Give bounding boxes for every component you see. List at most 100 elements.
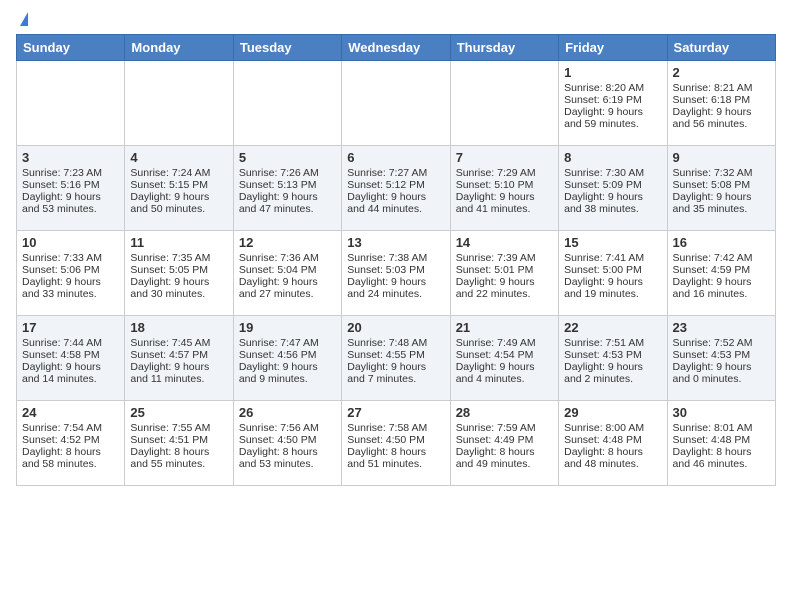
day-info-line: Sunrise: 8:01 AM xyxy=(673,422,770,434)
day-info-line: Daylight: 9 hours and 33 minutes. xyxy=(22,276,119,300)
day-info-line: Daylight: 9 hours and 27 minutes. xyxy=(239,276,336,300)
day-info-line: Sunrise: 7:49 AM xyxy=(456,337,553,349)
day-info-line: Sunset: 4:57 PM xyxy=(130,349,227,361)
day-number: 27 xyxy=(347,405,444,420)
day-info-line: Daylight: 8 hours and 49 minutes. xyxy=(456,446,553,470)
day-info-line: Sunrise: 8:20 AM xyxy=(564,82,661,94)
day-info-line: Sunrise: 8:00 AM xyxy=(564,422,661,434)
day-info-line: Sunrise: 7:58 AM xyxy=(347,422,444,434)
calendar-cell xyxy=(233,61,341,146)
calendar-cell: 29Sunrise: 8:00 AMSunset: 4:48 PMDayligh… xyxy=(559,401,667,486)
calendar-cell: 4Sunrise: 7:24 AMSunset: 5:15 PMDaylight… xyxy=(125,146,233,231)
calendar-cell: 2Sunrise: 8:21 AMSunset: 6:18 PMDaylight… xyxy=(667,61,775,146)
day-info-line: Sunset: 6:19 PM xyxy=(564,94,661,106)
day-number: 19 xyxy=(239,320,336,335)
day-info-line: Daylight: 8 hours and 51 minutes. xyxy=(347,446,444,470)
day-info-line: Sunrise: 7:59 AM xyxy=(456,422,553,434)
day-number: 4 xyxy=(130,150,227,165)
day-info-line: Sunrise: 7:33 AM xyxy=(22,252,119,264)
weekday-header-wednesday: Wednesday xyxy=(342,35,450,61)
day-info-line: Daylight: 9 hours and 30 minutes. xyxy=(130,276,227,300)
day-info-line: Sunrise: 7:35 AM xyxy=(130,252,227,264)
calendar-cell xyxy=(125,61,233,146)
day-number: 26 xyxy=(239,405,336,420)
day-number: 25 xyxy=(130,405,227,420)
weekday-header-saturday: Saturday xyxy=(667,35,775,61)
calendar-table: SundayMondayTuesdayWednesdayThursdayFrid… xyxy=(16,34,776,486)
calendar-cell: 5Sunrise: 7:26 AMSunset: 5:13 PMDaylight… xyxy=(233,146,341,231)
calendar-cell: 27 Sunrise: 7:58 AMSunset: 4:50 PMDayligh… xyxy=(342,401,450,486)
day-info-line: Daylight: 8 hours and 55 minutes. xyxy=(130,446,227,470)
day-info-line: Sunrise: 7:55 AM xyxy=(130,422,227,434)
calendar-cell: 17Sunrise: 7:44 AMSunset: 4:58 PMDayligh… xyxy=(17,316,125,401)
calendar-cell: 8 Sunrise: 7:30 AMSunset: 5:09 PMDaylight… xyxy=(559,146,667,231)
day-number: 10 xyxy=(22,235,119,250)
calendar-cell: 16Sunrise: 7:42 AMSunset: 4:59 PMDayligh… xyxy=(667,231,775,316)
day-info-line: Sunset: 4:50 PM xyxy=(347,434,444,446)
calendar-cell: 23Sunrise: 7:52 AMSunset: 4:53 PMDayligh… xyxy=(667,316,775,401)
day-info-line: Daylight: 9 hours and 47 minutes. xyxy=(239,191,336,215)
day-number: 5 xyxy=(239,150,336,165)
logo-triangle-icon xyxy=(20,12,28,26)
weekday-header-sunday: Sunday xyxy=(17,35,125,61)
day-info-line: Sunset: 5:12 PM xyxy=(347,179,444,191)
calendar-cell: 21Sunrise: 7:49 AMSunset: 4:54 PMDayligh… xyxy=(450,316,558,401)
day-info-line: Sunset: 5:00 PM xyxy=(564,264,661,276)
day-number: 28 xyxy=(456,405,553,420)
day-number: 15 xyxy=(564,235,661,250)
day-info-line: Sunrise: 7:27 AM xyxy=(347,167,444,179)
day-info-line: Daylight: 9 hours and 56 minutes. xyxy=(673,106,770,130)
day-info-line: Daylight: 9 hours and 53 minutes. xyxy=(22,191,119,215)
day-info-line: Sunset: 4:54 PM xyxy=(456,349,553,361)
day-info-line: Sunset: 5:06 PM xyxy=(22,264,119,276)
weekday-header-row: SundayMondayTuesdayWednesdayThursdayFrid… xyxy=(17,35,776,61)
day-info-line: Sunset: 4:58 PM xyxy=(22,349,119,361)
day-info-line: Sunset: 5:05 PM xyxy=(130,264,227,276)
day-info-line: Sunrise: 7:47 AM xyxy=(239,337,336,349)
day-info-line: Sunset: 5:09 PM xyxy=(564,179,661,191)
day-info-line: Daylight: 9 hours and 44 minutes. xyxy=(347,191,444,215)
day-info-line: Daylight: 9 hours and 19 minutes. xyxy=(564,276,661,300)
week-row-5: 24Sunrise: 7:54 AMSunset: 4:52 PMDayligh… xyxy=(17,401,776,486)
day-info-line: Sunrise: 7:54 AM xyxy=(22,422,119,434)
day-info-line: Daylight: 8 hours and 53 minutes. xyxy=(239,446,336,470)
day-number: 16 xyxy=(673,235,770,250)
day-info-line: Sunset: 5:03 PM xyxy=(347,264,444,276)
day-info-line: Sunset: 4:52 PM xyxy=(22,434,119,446)
day-info-line: Sunset: 4:48 PM xyxy=(564,434,661,446)
calendar-cell: 3Sunrise: 7:23 AMSunset: 5:16 PMDaylight… xyxy=(17,146,125,231)
calendar-cell xyxy=(450,61,558,146)
day-info-line: Daylight: 9 hours and 59 minutes. xyxy=(564,106,661,130)
calendar-cell: 22Sunrise: 7:51 AMSunset: 4:53 PMDayligh… xyxy=(559,316,667,401)
day-info-line: Daylight: 9 hours and 38 minutes. xyxy=(564,191,661,215)
day-number: 11 xyxy=(130,235,227,250)
day-info-line: Sunset: 4:53 PM xyxy=(564,349,661,361)
day-info-line: Sunset: 5:08 PM xyxy=(673,179,770,191)
day-info-line: Sunset: 5:01 PM xyxy=(456,264,553,276)
day-info-line: Sunrise: 7:26 AM xyxy=(239,167,336,179)
calendar-cell: 18Sunrise: 7:45 AMSunset: 4:57 PMDayligh… xyxy=(125,316,233,401)
day-info-line: Daylight: 9 hours and 9 minutes. xyxy=(239,361,336,385)
day-info-line: Sunrise: 7:51 AM xyxy=(564,337,661,349)
weekday-header-tuesday: Tuesday xyxy=(233,35,341,61)
day-info-line: Daylight: 9 hours and 4 minutes. xyxy=(456,361,553,385)
day-number: 23 xyxy=(673,320,770,335)
day-info-line: Sunrise: 7:36 AM xyxy=(239,252,336,264)
day-number: 29 xyxy=(564,405,661,420)
day-info-line: Daylight: 9 hours and 16 minutes. xyxy=(673,276,770,300)
day-info-line: Sunset: 6:18 PM xyxy=(673,94,770,106)
calendar-cell xyxy=(342,61,450,146)
logo xyxy=(16,16,28,26)
calendar-cell: 15 Sunrise: 7:41 AMSunset: 5:00 PMDayligh… xyxy=(559,231,667,316)
day-number: 6 xyxy=(347,150,444,165)
day-info-line: Sunset: 5:10 PM xyxy=(456,179,553,191)
day-number: 12 xyxy=(239,235,336,250)
day-info-line: Sunrise: 7:41 AM xyxy=(564,252,661,264)
day-number: 30 xyxy=(673,405,770,420)
day-info-line: Sunrise: 7:48 AM xyxy=(347,337,444,349)
day-info-line: Sunrise: 7:30 AM xyxy=(564,167,661,179)
day-number: 17 xyxy=(22,320,119,335)
day-info-line: Sunset: 4:48 PM xyxy=(673,434,770,446)
day-number: 8 xyxy=(564,150,661,165)
day-number: 9 xyxy=(673,150,770,165)
